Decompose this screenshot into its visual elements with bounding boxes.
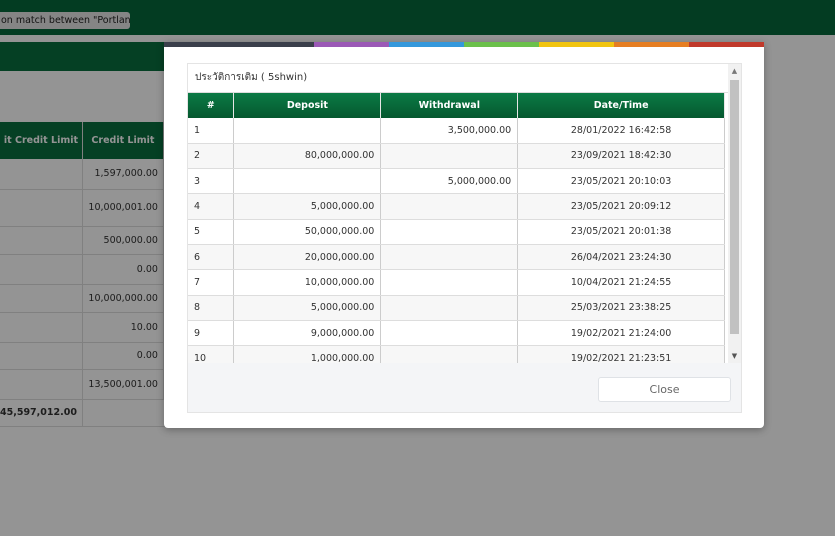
color-stripe-segment: [389, 42, 464, 47]
history-row: 10 1,000,000.00 19/02/2021 21:23:51: [188, 345, 725, 363]
history-row: 1 3,500,000.00 28/01/2022 16:42:58: [188, 118, 725, 144]
datetime-cell: 23/09/2021 18:42:30: [517, 143, 725, 170]
deposit-cell: 20,000,000.00: [233, 244, 382, 271]
deposit-cell: 9,000,000.00: [233, 320, 382, 347]
withdrawal-cell: [380, 269, 519, 296]
row-number: 9: [188, 320, 235, 347]
datetime-cell: 19/02/2021 21:24:00: [517, 320, 725, 347]
column-header-datetime: Date/Time: [517, 93, 725, 118]
history-row: 7 10,000,000.00 10/04/2021 21:24:55: [188, 269, 725, 296]
datetime-cell: 10/04/2021 21:24:55: [517, 269, 725, 296]
row-number: 3: [188, 168, 235, 195]
color-stripe: [164, 42, 764, 47]
history-card: ประวัติการเติม ( 5shwin) # Deposit Withd…: [187, 63, 742, 413]
datetime-cell: 23/05/2021 20:10:03: [517, 168, 725, 195]
deposit-cell: [233, 118, 382, 144]
history-row: 2 80,000,000.00 23/09/2021 18:42:30: [188, 143, 725, 170]
triangle-up-icon[interactable]: ▲: [728, 64, 741, 78]
withdrawal-cell: [380, 143, 519, 170]
row-number: 10: [188, 345, 235, 363]
withdrawal-cell: [380, 219, 519, 245]
color-stripe-segment: [614, 42, 689, 47]
history-title: ประวัติการเติม ( 5shwin): [188, 64, 728, 93]
row-number: 1: [188, 118, 235, 144]
row-number: 6: [188, 244, 235, 271]
withdrawal-cell: [380, 345, 519, 363]
deposit-cell: 50,000,000.00: [233, 219, 382, 245]
color-stripe-segment: [689, 42, 764, 47]
row-number: 8: [188, 295, 235, 321]
deposit-cell: 5,000,000.00: [233, 295, 382, 321]
vertical-scrollbar[interactable]: ▲ ▼: [728, 64, 741, 363]
scrollbar-thumb[interactable]: [730, 80, 739, 334]
row-number: 2: [188, 143, 235, 170]
withdrawal-cell: 3,500,000.00: [380, 118, 519, 144]
color-stripe-segment: [239, 42, 314, 47]
column-header-withdrawal: Withdrawal: [380, 93, 519, 118]
datetime-cell: 23/05/2021 20:09:12: [517, 193, 725, 220]
row-number: 4: [188, 193, 235, 220]
color-stripe-segment: [164, 42, 239, 47]
column-header-deposit: Deposit: [233, 93, 382, 118]
row-number: 5: [188, 219, 235, 245]
history-row: 6 20,000,000.00 26/04/2021 23:24:30: [188, 244, 725, 271]
withdrawal-cell: [380, 320, 519, 347]
deposit-cell: 10,000,000.00: [233, 269, 382, 296]
triangle-down-icon[interactable]: ▼: [728, 349, 741, 363]
color-stripe-segment: [314, 42, 389, 47]
datetime-cell: 19/02/2021 21:23:51: [517, 345, 725, 363]
deposit-cell: 1,000,000.00: [233, 345, 382, 363]
history-table: # Deposit Withdrawal Date/Time 1 3,500,00…: [188, 93, 725, 363]
row-number: 7: [188, 269, 235, 296]
color-stripe-segment: [464, 42, 539, 47]
datetime-cell: 25/03/2021 23:38:25: [517, 295, 725, 321]
datetime-cell: 26/04/2021 23:24:30: [517, 244, 725, 271]
withdrawal-cell: [380, 244, 519, 271]
withdrawal-cell: [380, 193, 519, 220]
datetime-cell: 23/05/2021 20:01:38: [517, 219, 725, 245]
deposit-cell: 80,000,000.00: [233, 143, 382, 170]
color-stripe-segment: [539, 42, 614, 47]
history-row: 5 50,000,000.00 23/05/2021 20:01:38: [188, 219, 725, 245]
datetime-cell: 28/01/2022 16:42:58: [517, 118, 725, 144]
history-row: 8 5,000,000.00 25/03/2021 23:38:25: [188, 295, 725, 321]
withdrawal-cell: 5,000,000.00: [380, 168, 519, 195]
withdrawal-cell: [380, 295, 519, 321]
deposit-cell: [233, 168, 382, 195]
topup-history-modal: ประวัติการเติม ( 5shwin) # Deposit Withd…: [164, 42, 764, 428]
history-row: 4 5,000,000.00 23/05/2021 20:09:12: [188, 193, 725, 220]
close-button[interactable]: Close: [598, 377, 731, 402]
history-scroll-area[interactable]: ประวัติการเติม ( 5shwin) # Deposit Withd…: [188, 64, 728, 363]
deposit-cell: 5,000,000.00: [233, 193, 382, 220]
history-row: 3 5,000,000.00 23/05/2021 20:10:03: [188, 168, 725, 195]
history-row: 9 9,000,000.00 19/02/2021 21:24:00: [188, 320, 725, 347]
column-header-number: #: [188, 93, 235, 118]
